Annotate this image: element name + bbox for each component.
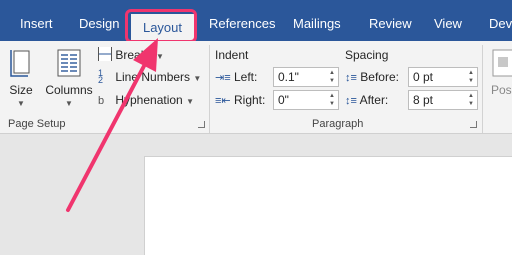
ribbon-panel: Size ▼ Columns ▼ Breaks ▼ 12 Line Number… xyxy=(0,41,512,134)
document-page[interactable] xyxy=(144,156,512,255)
group-divider xyxy=(482,45,483,133)
hyphenation-caret-icon: ▼ xyxy=(186,97,194,106)
breaks-icon xyxy=(98,47,112,61)
indent-right-spin-arrows-icon[interactable]: ▲ ▼ xyxy=(328,92,336,108)
ribbon-tab-bar: Insert Design Layout References Mailings… xyxy=(0,0,512,43)
hyphenation-icon: b xyxy=(98,95,105,107)
document-area xyxy=(0,135,512,255)
tab-references[interactable]: References xyxy=(209,13,275,35)
size-dropdown-caret-icon: ▼ xyxy=(17,99,25,108)
columns-label: Columns xyxy=(45,83,93,97)
spacing-before-spinner[interactable]: 0 pt ▲ ▼ xyxy=(408,67,478,87)
paragraph-dialog-launcher-icon[interactable] xyxy=(470,121,477,128)
tab-review[interactable]: Review xyxy=(369,13,412,35)
position-icon xyxy=(492,49,512,77)
tab-highlight-box xyxy=(125,9,197,43)
spacing-before-icon: ↕≡ xyxy=(345,72,357,84)
position-label: Posi xyxy=(491,83,512,97)
indent-right-row: ≡⇤ Right: xyxy=(215,93,265,107)
tab-developer[interactable]: Deve xyxy=(489,13,512,35)
tab-insert[interactable]: Insert xyxy=(20,13,53,35)
paragraph-group-label: Paragraph xyxy=(312,118,364,130)
page-setup-group-label: Page Setup xyxy=(8,118,66,130)
columns-button[interactable]: Columns ▼ xyxy=(42,45,96,109)
indent-right-value: 0" xyxy=(278,93,289,107)
indent-right-label: Right: xyxy=(233,93,266,107)
indent-right-spinner[interactable]: 0" ▲ ▼ xyxy=(273,90,339,110)
columns-icon xyxy=(57,49,81,77)
page-size-icon xyxy=(10,50,30,77)
indent-left-icon: ⇥≡ xyxy=(215,72,231,84)
indent-heading: Indent xyxy=(215,48,249,62)
spacing-after-spinner[interactable]: 8 pt ▲ ▼ xyxy=(408,90,478,110)
hyphenation-button[interactable]: b Hyphenation ▼ xyxy=(98,90,194,110)
spacing-before-spin-arrows-icon[interactable]: ▲ ▼ xyxy=(467,69,475,85)
spacing-before-value: 0 pt xyxy=(413,70,434,84)
position-button[interactable]: Posi xyxy=(488,45,512,109)
line-numbers-icon: 12 xyxy=(98,68,104,85)
hyphenation-label: Hyphenation xyxy=(115,93,183,107)
line-numbers-label: Line Numbers xyxy=(115,70,191,84)
indent-left-spinner[interactable]: 0.1" ▲ ▼ xyxy=(273,67,339,87)
spacing-before-label: Before: xyxy=(360,70,399,84)
indent-left-label: Left: xyxy=(233,70,258,84)
indent-left-spin-arrows-icon[interactable]: ▲ ▼ xyxy=(328,69,336,85)
tab-design[interactable]: Design xyxy=(79,13,119,35)
breaks-caret-icon: ▼ xyxy=(156,52,164,61)
spacing-after-icon: ↕≡ xyxy=(345,95,357,107)
spacing-after-value: 8 pt xyxy=(413,93,434,107)
page-setup-dialog-launcher-icon[interactable] xyxy=(198,121,205,128)
size-button[interactable]: Size ▼ xyxy=(4,45,38,109)
spacing-after-label: After: xyxy=(359,93,389,107)
spacing-after-spin-arrows-icon[interactable]: ▲ ▼ xyxy=(467,92,475,108)
spacing-before-row: ↕≡ Before: xyxy=(345,70,399,84)
indent-right-icon: ≡⇤ xyxy=(215,95,231,107)
indent-left-value: 0.1" xyxy=(278,70,299,84)
columns-dropdown-caret-icon: ▼ xyxy=(65,99,73,108)
line-numbers-button[interactable]: 12 Line Numbers ▼ xyxy=(98,67,201,87)
breaks-button[interactable]: Breaks ▼ xyxy=(98,45,164,65)
tab-mailings[interactable]: Mailings xyxy=(293,13,341,35)
group-divider xyxy=(209,45,210,133)
spacing-after-row: ↕≡ After: xyxy=(345,93,388,107)
indent-left-row: ⇥≡ Left: xyxy=(215,70,257,84)
line-numbers-caret-icon: ▼ xyxy=(193,74,202,83)
spacing-heading: Spacing xyxy=(345,48,389,62)
tab-view[interactable]: View xyxy=(434,13,462,35)
breaks-label: Breaks xyxy=(115,48,153,62)
size-label: Size xyxy=(9,83,33,97)
